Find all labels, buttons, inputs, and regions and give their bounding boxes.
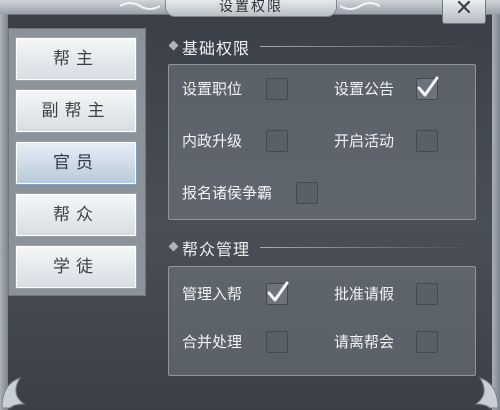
section-title-members: 帮众管理 xyxy=(182,240,251,259)
window-title: 设置权限 xyxy=(165,0,337,17)
frame-right-edge xyxy=(492,14,500,410)
perm-label-approve-leave: 批准请假 xyxy=(334,285,395,303)
tab-officer[interactable]: 官员 xyxy=(15,141,137,185)
perm-label-merge: 合并处理 xyxy=(182,333,243,351)
checkbox-upgrade[interactable] xyxy=(266,130,288,152)
section-marker-icon xyxy=(168,241,179,252)
perm-label-set-position: 设置职位 xyxy=(182,80,243,98)
perm-label-kick: 请离帮会 xyxy=(334,333,395,351)
checkbox-merge[interactable] xyxy=(266,331,288,353)
tab-leader[interactable]: 帮主 xyxy=(15,37,137,81)
checkbox-start-activity[interactable] xyxy=(416,130,438,152)
perm-label-start-activity: 开启活动 xyxy=(334,132,395,150)
perm-label-register-contest: 报名诸侯争霸 xyxy=(182,184,273,202)
title-ornament-left-icon xyxy=(120,2,160,10)
perm-label-set-notice: 设置公告 xyxy=(334,80,395,98)
checkmark-icon xyxy=(267,281,289,302)
section-divider xyxy=(260,247,470,248)
checkbox-kick[interactable] xyxy=(416,331,438,353)
perm-label-manage-join: 管理入帮 xyxy=(182,285,243,303)
checkmark-icon xyxy=(417,76,439,97)
tab-member[interactable]: 帮众 xyxy=(15,193,137,237)
frame-left-edge xyxy=(0,14,8,410)
section-marker-icon xyxy=(168,40,179,51)
close-icon: ✕ xyxy=(454,0,474,21)
corner-ornament-icon xyxy=(1,377,26,409)
tab-apprentice[interactable]: 学徒 xyxy=(15,245,137,289)
tab-vice-leader[interactable]: 副帮主 xyxy=(15,89,137,133)
section-title-basic: 基础权限 xyxy=(182,39,251,58)
checkbox-approve-leave[interactable] xyxy=(416,283,438,305)
title-ornament-right-icon xyxy=(340,2,380,10)
checkbox-manage-join[interactable] xyxy=(266,281,289,305)
checkbox-set-position[interactable] xyxy=(266,78,288,100)
checkbox-set-notice[interactable] xyxy=(416,76,439,100)
close-button[interactable]: ✕ xyxy=(442,0,486,24)
perm-label-upgrade: 内政升级 xyxy=(182,132,243,150)
rank-tab-panel: 帮主 副帮主 官员 帮众 学徒 xyxy=(8,28,146,296)
permission-window: 设置权限 ✕ 帮主 副帮主 官员 帮众 学徒 基础权限 设置职位 设置公告 内政… xyxy=(0,0,500,410)
section-divider xyxy=(260,46,470,47)
checkbox-register-contest[interactable] xyxy=(296,182,318,204)
